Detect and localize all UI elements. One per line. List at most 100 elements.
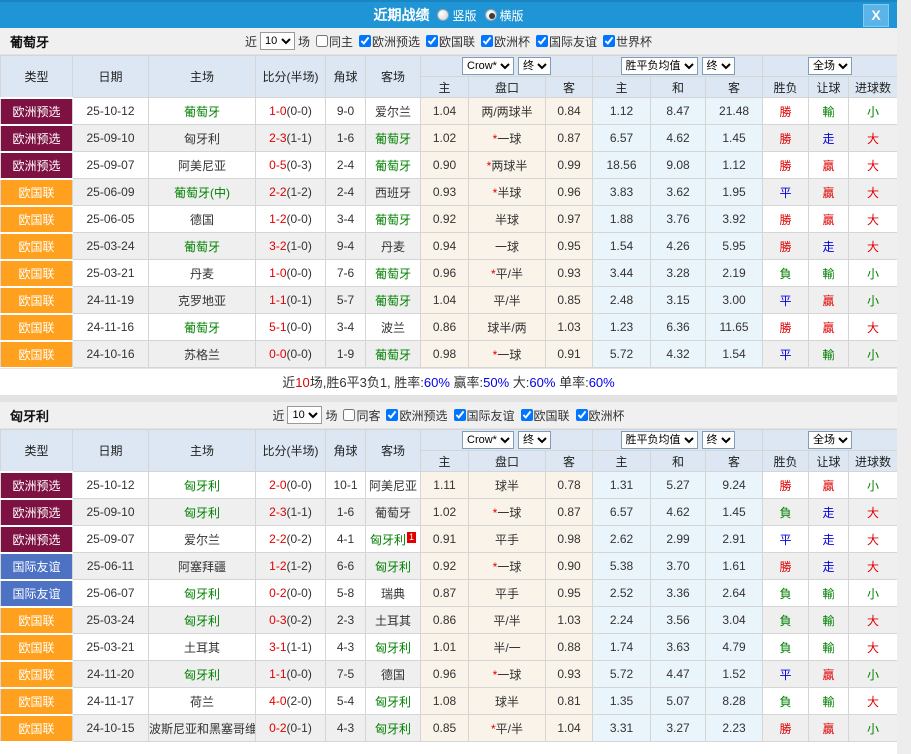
cell-handicap: 平/半 [469, 607, 546, 634]
team-label: 葡萄牙 [375, 132, 411, 146]
cell-away-odds: 0.91 [546, 341, 593, 368]
halftime-score: (1-0) [287, 239, 312, 253]
team-label: 匈牙利 [184, 668, 220, 682]
cell-away-team: 阿美尼亚 [366, 472, 421, 499]
cell-competition-type: 欧国联 [1, 715, 73, 742]
radio-horizontal-icon[interactable] [485, 9, 497, 21]
league-checkbox[interactable] [521, 409, 533, 421]
cell-home-team: 葡萄牙 [149, 233, 256, 260]
league-filter-2[interactable]: 欧国联 [515, 407, 570, 424]
cell-home-odds: 1.04 [421, 98, 469, 125]
fullmatch-select[interactable]: 全场 [808, 57, 852, 75]
cell-away-odds: 0.81 [546, 688, 593, 715]
cell-home-team: 匈牙利 [149, 499, 256, 526]
league-filter-4[interactable]: 世界杯 [597, 33, 652, 50]
team-label: 葡萄牙 [375, 294, 411, 308]
team-label: 匈牙利 [375, 560, 411, 574]
fulltime-score: 1-0 [269, 104, 286, 118]
avg-select[interactable]: 胜平负均值 [621, 57, 698, 75]
cell-date: 24-10-15 [73, 715, 149, 742]
match-count-select[interactable]: 10 [287, 406, 322, 424]
match-count-select[interactable]: 10 [260, 32, 295, 50]
league-checkbox[interactable] [426, 35, 438, 47]
cell-avg-draw: 3.62 [651, 179, 706, 206]
league-filter-1[interactable]: 欧国联 [420, 33, 475, 50]
cell-avg-draw: 3.36 [651, 580, 706, 607]
cell-home-team: 丹麦 [149, 260, 256, 287]
cell-score: 1-1(0-0) [256, 661, 326, 688]
cell-away-team: 爱尔兰 [366, 98, 421, 125]
layout-radio-vertical[interactable]: 竖版 [431, 7, 476, 24]
odds-stage-select[interactable]: 终 [518, 431, 551, 449]
team-label: 葡萄牙 [375, 267, 411, 281]
scrollbar-track[interactable] [897, 0, 911, 754]
cell-goals-result: 小 [849, 580, 898, 607]
cell-home-odds: 1.08 [421, 688, 469, 715]
cell-corners: 1-9 [326, 341, 366, 368]
results-table-hungary: 类型日期主场比分(半场)角球客场Crow*终胜平负均值终全场主盘口客主和客胜负让… [0, 429, 898, 742]
league-checkbox[interactable] [603, 35, 615, 47]
league-checkbox[interactable] [576, 409, 588, 421]
cell-avg-draw: 5.27 [651, 472, 706, 499]
team-name: 匈牙利 [10, 406, 49, 425]
close-icon[interactable]: X [863, 4, 889, 27]
league-checkbox[interactable] [359, 35, 371, 47]
league-filter-1[interactable]: 国际友谊 [448, 407, 515, 424]
league-checkbox[interactable] [386, 409, 398, 421]
cell-away-odds: 0.95 [546, 233, 593, 260]
league-checkbox[interactable] [454, 409, 466, 421]
same-venue-checkbox[interactable] [343, 409, 355, 421]
summary-segment: 近 [282, 375, 295, 390]
same-venue-checkbox-wrap[interactable]: 同客 [337, 407, 380, 424]
avg-stage-select[interactable]: 终 [702, 431, 735, 449]
cell-home-odds: 0.92 [421, 206, 469, 233]
radio-vertical-icon[interactable] [437, 9, 449, 21]
league-checkbox[interactable] [536, 35, 548, 47]
odds-stage-select[interactable]: 终 [518, 57, 551, 75]
odds-company-select[interactable]: Crow* [462, 431, 514, 449]
cell-result: 負 [763, 607, 809, 634]
cell-home-odds: 0.92 [421, 553, 469, 580]
cell-avg-away: 1.61 [706, 553, 763, 580]
cell-home-team: 匈牙利 [149, 580, 256, 607]
cell-away-team: 西班牙 [366, 179, 421, 206]
cell-avg-home: 2.62 [593, 526, 651, 553]
cell-avg-draw: 5.07 [651, 688, 706, 715]
same-venue-checkbox-wrap[interactable]: 同主 [310, 33, 353, 50]
cell-avg-home: 1.88 [593, 206, 651, 233]
avg-stage-select[interactable]: 终 [702, 57, 735, 75]
cell-avg-home: 1.54 [593, 233, 651, 260]
cell-goals-result: 小 [849, 472, 898, 499]
cell-home-odds: 0.87 [421, 580, 469, 607]
cell-handicap: *一球 [469, 125, 546, 152]
cell-handicap: *一球 [469, 553, 546, 580]
layout-radio-horizontal[interactable]: 横版 [479, 7, 524, 24]
cell-away-team: 波兰 [366, 314, 421, 341]
cell-home-odds: 1.02 [421, 499, 469, 526]
cell-handicap: 平手 [469, 580, 546, 607]
league-filter-3[interactable]: 国际友谊 [530, 33, 597, 50]
cell-date: 25-03-24 [73, 607, 149, 634]
cell-home-team: 德国 [149, 206, 256, 233]
league-label: 欧洲预选 [399, 407, 447, 424]
cell-score: 2-2(1-2) [256, 179, 326, 206]
cell-avg-home: 6.57 [593, 125, 651, 152]
team-label: 丹麦 [190, 267, 214, 281]
fullmatch-select[interactable]: 全场 [808, 431, 852, 449]
same-venue-checkbox[interactable] [316, 35, 328, 47]
halftime-score: (1-1) [287, 131, 312, 145]
team-label: 葡萄牙 [375, 506, 411, 520]
near-label: 近 [272, 407, 284, 424]
league-checkbox[interactable] [481, 35, 493, 47]
cell-result: 勝 [763, 553, 809, 580]
fulltime-score: 2-0 [269, 478, 286, 492]
summary-segment: 10 [295, 375, 309, 390]
league-filter-0[interactable]: 欧洲预选 [353, 33, 420, 50]
cell-goals-result: 大 [849, 152, 898, 179]
summary-segment: 单率: [555, 375, 588, 390]
league-filter-0[interactable]: 欧洲预选 [380, 407, 447, 424]
avg-select[interactable]: 胜平负均值 [621, 431, 698, 449]
odds-company-select[interactable]: Crow* [462, 57, 514, 75]
league-filter-2[interactable]: 欧洲杯 [475, 33, 530, 50]
league-filter-3[interactable]: 欧洲杯 [570, 407, 625, 424]
